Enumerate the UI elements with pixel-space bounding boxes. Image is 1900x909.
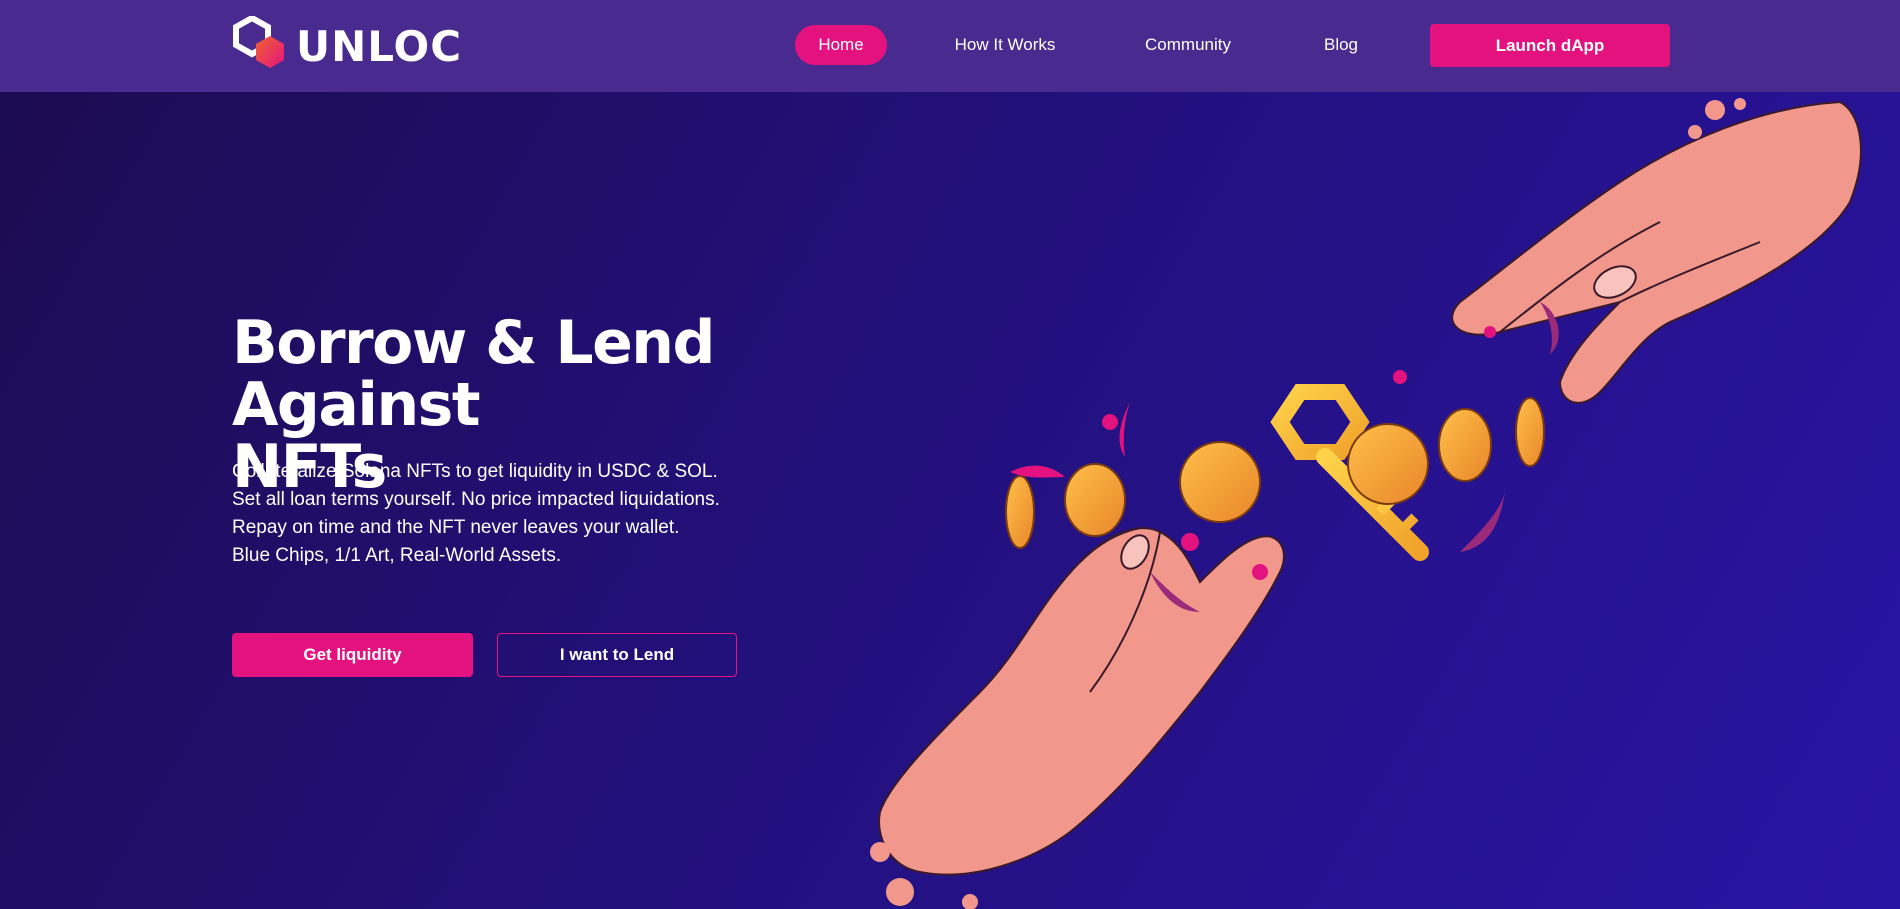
hero-line: Blue Chips, 1/1 Art, Real-World Assets.: [232, 545, 562, 566]
top-navigation-bar: UNLOC Home How It Works Community Blog L…: [0, 0, 1900, 92]
hero-line: Collateralize Solana NFTs to get liquidi…: [232, 461, 718, 482]
hands-exchange-illustration: [870, 98, 1862, 909]
hero-line: Set all loan terms yourself. No price im…: [232, 489, 720, 510]
brand-logo[interactable]: UNLOC: [232, 16, 462, 76]
hero-description: Collateralize Solana NFTs to get liquidi…: [232, 458, 720, 570]
nav-community[interactable]: Community: [1133, 25, 1243, 65]
nav-how-it-works[interactable]: How It Works: [940, 25, 1070, 65]
unloc-hexagon-logo-icon: [233, 16, 284, 68]
lower-hand-icon: [870, 527, 1285, 909]
brand-name: UNLOC: [296, 21, 463, 71]
upper-hand-icon: [1451, 98, 1862, 404]
i-want-to-lend-button[interactable]: I want to Lend: [497, 633, 737, 677]
nav-home[interactable]: Home: [795, 25, 887, 65]
hero-line: Repay on time and the NFT never leaves y…: [232, 517, 680, 538]
get-liquidity-button[interactable]: Get liquidity: [232, 633, 473, 677]
launch-dapp-button[interactable]: Launch dApp: [1430, 24, 1670, 67]
hero-title-line-1: Borrow & Lend Against: [232, 308, 715, 440]
nav-blog[interactable]: Blog: [1310, 25, 1372, 65]
